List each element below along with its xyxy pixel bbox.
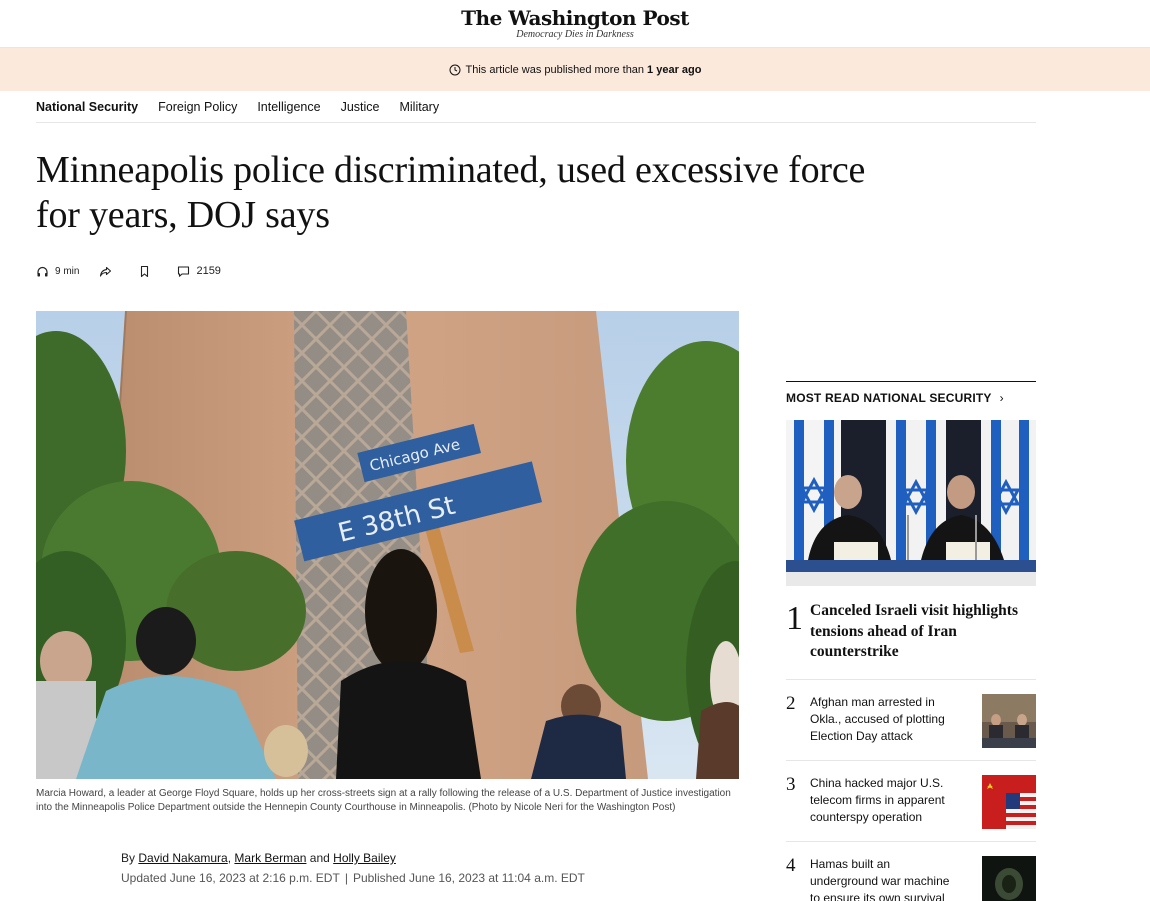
listen-duration: 9 min [55,265,80,277]
article-dates: Updated June 16, 2023 at 2:16 p.m. EDT | P… [121,871,585,885]
byline-comma: , [227,851,232,865]
hero-image: Chicago Ave E 38th St [36,311,739,779]
headphones-icon [37,266,48,276]
date-separator: | [344,871,348,885]
most-read-headline[interactable]: Canceled Israeli visit highlights tensio… [810,601,1035,663]
section-nav-national-security[interactable]: National Security [36,100,138,114]
author-link-3[interactable]: Holly Bailey [333,851,396,865]
most-read-heading[interactable]: MOST READ NATIONAL SECURITY › [786,391,1036,405]
section-nav-military[interactable]: Military [399,100,439,114]
published-date: Published June 16, 2023 at 11:04 a.m. ED… [352,871,585,885]
published-notice-banner: This article was published more than 1 y… [0,48,1150,91]
sidebar-rule [786,381,1036,382]
flags-thumbnail-image [982,774,1036,829]
banner-text: This article was published more than [465,63,645,76]
comments-count: 2159 [196,265,221,277]
meeting-thumbnail-image [982,693,1036,748]
most-read-item-3[interactable]: 3 China hacked major U.S. telecom firms … [786,761,1036,842]
bookmark-icon [141,265,149,277]
most-read-lead-image[interactable] [786,420,1036,586]
author-link-1[interactable]: David Nakamura [138,851,227,865]
section-nav-foreign-policy[interactable]: Foreign Policy [158,100,237,114]
most-read-rank: 2 [786,692,796,714]
article-utility-bar: 9 min 2159 [36,262,241,280]
most-read-rank: 4 [786,854,796,876]
comments-button[interactable]: 2159 [177,265,221,278]
byline-prefix: By [121,851,136,865]
most-read-item-1[interactable]: 1 Canceled Israeli visit highlights tens… [786,601,1036,680]
updated-date: Updated June 16, 2023 at 2:16 p.m. EDT [121,871,340,885]
section-nav: National Security Foreign Policy Intelli… [36,92,1036,123]
save-button[interactable] [138,265,157,278]
most-read-headline[interactable]: China hacked major U.S. telecom firms in… [810,775,958,829]
listen-button[interactable]: 9 min [36,265,79,278]
most-read-thumbnail[interactable] [982,855,1036,901]
banner-emphasis: 1 year ago [647,63,702,76]
byline-and: and [309,851,330,865]
hero-caption: Marcia Howard, a leader at George Floyd … [36,788,731,813]
author-link-2[interactable]: Mark Berman [234,851,306,865]
most-read-rank: 1 [786,600,803,637]
press-conference-photo [786,420,1036,586]
most-read-title: MOST READ NATIONAL SECURITY [786,391,992,405]
byline: By David Nakamura, Mark Berman and Holly… [121,851,396,865]
most-read-rank: 3 [786,773,796,795]
most-read-sidebar: MOST READ NATIONAL SECURITY › 1 Canceled… [786,381,1036,901]
most-read-thumbnail[interactable] [982,693,1036,748]
clock-icon [449,64,461,75]
site-tagline: Democracy Dies in Darkness [516,29,634,40]
share-icon [100,266,112,277]
most-read-item-2[interactable]: 2 Afghan man arrested in Okla., accused … [786,680,1036,761]
most-read-thumbnail[interactable] [982,774,1036,829]
most-read-item-4[interactable]: 4 Hamas built an underground war machine… [786,842,1036,901]
site-logo[interactable]: The Washington Post [0,6,1150,30]
most-read-headline[interactable]: Afghan man arrested in Okla., accused of… [810,694,958,748]
most-read-headline[interactable]: Hamas built an underground war machine t… [810,856,958,901]
section-nav-justice[interactable]: Justice [341,100,380,114]
masthead: The Washington Post Democracy Dies in Da… [0,0,1150,48]
comment-icon [178,265,190,277]
tunnel-thumbnail-image [982,855,1036,901]
article-headline: Minneapolis police discriminated, used e… [36,149,866,236]
share-button[interactable] [99,265,118,278]
hero-photo: Chicago Ave E 38th St [36,311,739,779]
chevron-right-icon: › [999,391,1004,405]
section-nav-intelligence[interactable]: Intelligence [257,100,320,114]
